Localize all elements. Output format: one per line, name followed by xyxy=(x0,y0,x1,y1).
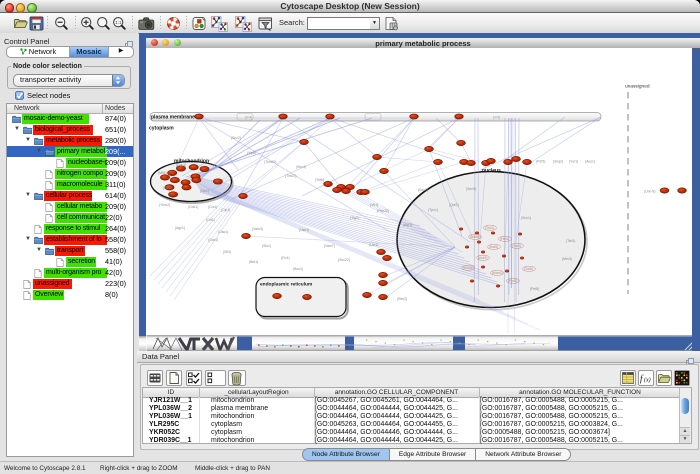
svg-text:(Ufe1): (Ufe1) xyxy=(369,243,378,247)
svg-text:(Sft1): (Sft1) xyxy=(223,250,231,254)
svg-text:(Ggc1): (Ggc1) xyxy=(176,163,186,167)
svg-text:(Snq2): (Snq2) xyxy=(553,160,563,164)
svg-text:(Crc1): (Crc1) xyxy=(208,205,217,209)
svg-text:cytoplasm: cytoplasm xyxy=(149,126,174,132)
svg-text:(Aqr1): (Aqr1) xyxy=(403,223,412,227)
svg-text:nucleus: nucleus xyxy=(482,168,501,174)
svg-text:(Snc1): (Snc1) xyxy=(521,216,531,220)
svg-text:(Yip3): (Yip3) xyxy=(247,151,256,155)
svg-text:(Tos4): (Tos4) xyxy=(485,226,494,230)
svg-text:(Sec4): (Sec4) xyxy=(296,165,306,169)
svg-text:endoplasmic reticulum: endoplasmic reticulum xyxy=(260,282,312,288)
svg-text:(Pet8): (Pet8) xyxy=(530,287,539,291)
svg-text:(Fkh1): (Fkh1) xyxy=(500,237,509,241)
svg-text:(Sfc1): (Sfc1) xyxy=(262,244,271,248)
svg-text:(Tcb3): (Tcb3) xyxy=(566,239,575,243)
svg-text:(Swi5): (Swi5) xyxy=(489,245,498,249)
svg-text:(Sec9): (Sec9) xyxy=(466,187,476,191)
svg-text:(Bos1): (Bos1) xyxy=(293,267,303,271)
svg-text:(Qdr2): (Qdr2) xyxy=(449,203,459,207)
svg-text:(Unn-8): (Unn-8) xyxy=(644,190,656,194)
svg-text:(Hcm1): (Hcm1) xyxy=(463,266,473,270)
svg-text:(Tpo1): (Tpo1) xyxy=(428,208,438,212)
svg-text:(Vam3): (Vam3) xyxy=(252,227,263,231)
svg-text:(Ndt80): (Ndt80) xyxy=(470,235,481,239)
svg-text:[n=6]: [n=6] xyxy=(493,116,500,120)
svg-text:(Mir1): (Mir1) xyxy=(158,171,167,175)
svg-text:(Snc2): (Snc2) xyxy=(231,136,241,140)
svg-text:(Sec22): (Sec22) xyxy=(338,258,350,262)
svg-text:(Pic2): (Pic2) xyxy=(163,186,172,190)
svg-text:(Tlg2): (Tlg2) xyxy=(350,216,359,220)
svg-text:(Ort1): (Ort1) xyxy=(206,218,215,222)
svg-text:(Use1): (Use1) xyxy=(299,228,309,232)
svg-text:(Dic1): (Dic1) xyxy=(200,189,209,193)
svg-text:(Vam7): (Vam7) xyxy=(324,244,335,248)
svg-text:plasma membrane: plasma membrane xyxy=(151,115,195,121)
svg-text:(Pdr5): (Pdr5) xyxy=(536,160,545,164)
svg-text:[n=4]: [n=4] xyxy=(245,116,252,120)
svg-text:(Ykt6): (Ykt6) xyxy=(315,178,324,182)
svg-text:(Tos8): (Tos8) xyxy=(524,267,533,271)
svg-text:(Aus1): (Aus1) xyxy=(585,160,595,164)
svg-text:(Agc1): (Agc1) xyxy=(175,226,185,230)
svg-text:(Mrs3): (Mrs3) xyxy=(562,257,572,261)
svg-text:(x): (x) xyxy=(644,377,651,384)
svg-text:(Rim2): (Rim2) xyxy=(397,297,407,301)
svg-text:(Pep12): (Pep12) xyxy=(377,209,389,213)
svg-text:(Tim23): (Tim23) xyxy=(285,174,297,178)
svg-text:(Oac1): (Oac1) xyxy=(218,230,228,234)
svg-text:(Ace2): (Ace2) xyxy=(478,256,487,260)
svg-text:1:1: 1:1 xyxy=(115,20,122,25)
svg-text:(Yhm2): (Yhm2) xyxy=(159,203,170,207)
svg-text:(Vti1): (Vti1) xyxy=(370,203,378,207)
svg-text:(Odc1): (Odc1) xyxy=(188,205,198,209)
svg-text:(Flx1): (Flx1) xyxy=(281,256,290,260)
svg-text:unassigned: unassigned xyxy=(625,84,650,90)
svg-text:(Sso1): (Sso1) xyxy=(418,188,428,192)
svg-text:(Tom20): (Tom20) xyxy=(264,160,276,164)
svg-text:(Yor1): (Yor1) xyxy=(569,160,578,164)
svg-text:(Ctp1): (Ctp1) xyxy=(221,208,230,212)
svg-text:(Mcm1): (Mcm1) xyxy=(492,271,503,275)
svg-text:(Bet1): (Bet1) xyxy=(249,260,258,264)
svg-text:(Gos1): (Gos1) xyxy=(208,238,218,242)
svg-text:(Yox1): (Yox1) xyxy=(512,244,521,248)
svg-text:(Plm2): (Plm2) xyxy=(508,279,517,283)
